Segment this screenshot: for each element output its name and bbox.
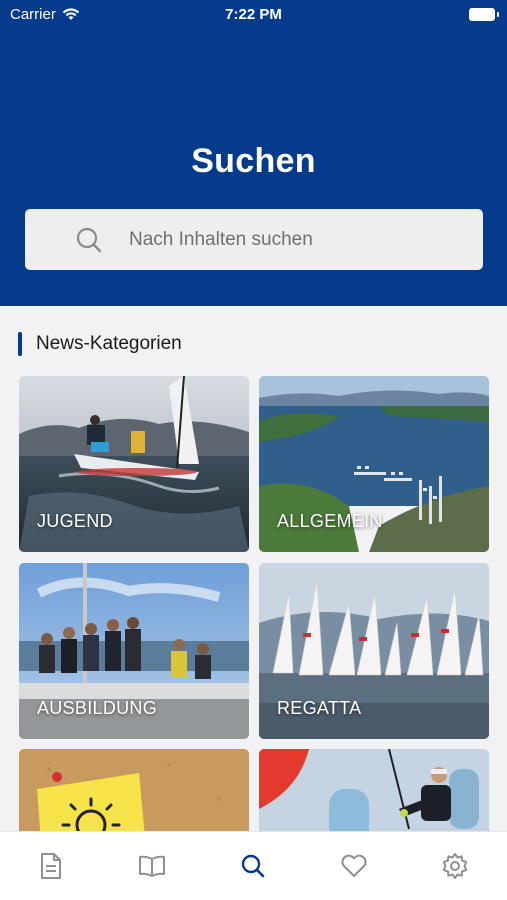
tab-favorites[interactable] <box>334 846 374 886</box>
page-title: Suchen <box>191 142 316 180</box>
category-label: AUSBILDUNG <box>37 698 158 718</box>
tab-news[interactable] <box>31 846 71 886</box>
tab-magazine[interactable] <box>132 846 172 886</box>
tab-settings[interactable] <box>435 846 475 886</box>
search-bar[interactable] <box>25 209 483 270</box>
search-input[interactable] <box>129 209 469 270</box>
category-label: JUGEND <box>37 511 113 531</box>
category-label: REGATTA <box>277 698 362 718</box>
settings-icon <box>442 853 468 879</box>
category-tile-ausbildung[interactable]: AUSBILDUNG <box>19 563 249 739</box>
tab-search[interactable] <box>233 846 273 886</box>
tab-bar <box>0 831 507 900</box>
battery-icon <box>469 8 499 21</box>
section-accent-bar <box>18 332 22 356</box>
category-label: ALLGEMEIN <box>277 511 383 531</box>
search-icon <box>76 227 102 253</box>
category-tile-allgemein[interactable]: ALLGEMEIN <box>259 376 489 552</box>
heart-icon <box>341 854 367 877</box>
search-icon <box>241 854 265 878</box>
category-tile-jugend[interactable]: JUGEND <box>19 376 249 552</box>
section-header: News-Kategorien <box>18 332 182 356</box>
category-tile-regatta[interactable]: REGATTA <box>259 563 489 739</box>
section-title: News-Kategorien <box>36 333 182 354</box>
book-icon <box>139 855 165 877</box>
status-time: 7:22 PM <box>225 6 282 23</box>
document-icon <box>41 853 61 879</box>
status-bar: Carrier 7:22 PM <box>0 0 507 30</box>
header: Carrier 7:22 PM Suchen <box>0 0 507 306</box>
